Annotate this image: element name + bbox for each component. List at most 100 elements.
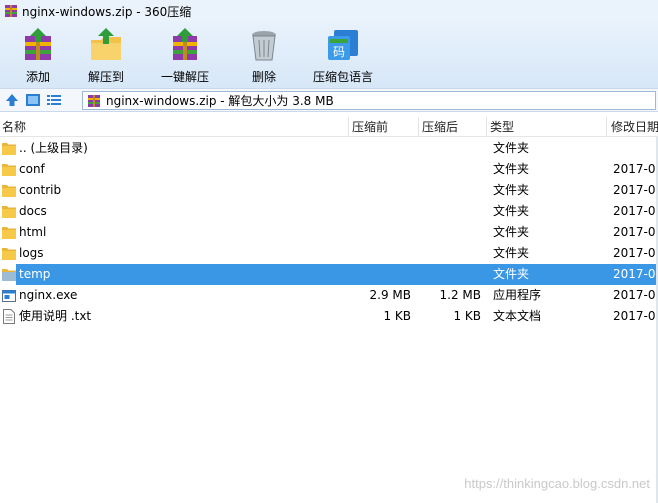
- file-size-before: 2.9 MB: [369, 288, 411, 302]
- address-bar: nginx-windows.zip - 解包大小为 3.8 MB: [0, 88, 658, 112]
- file-size-after: [419, 222, 481, 243]
- file-size-after: 1 KB: [453, 309, 481, 323]
- file-row[interactable]: conf 文件夹 2017-07: [0, 159, 658, 180]
- file-size-after: [419, 264, 481, 285]
- arrow-up-icon: [6, 94, 18, 106]
- file-type: 文件夹: [493, 141, 530, 155]
- file-row[interactable]: 使用说明 .txt 1 KB 1 KB 文本文档 2017-07: [0, 306, 658, 327]
- one-click-extract-button[interactable]: 一键解压: [140, 22, 230, 86]
- column-header-modified-date[interactable]: 修改日期: [607, 117, 658, 137]
- file-row[interactable]: html 文件夹 2017-07: [0, 222, 658, 243]
- view-thumbnail-button[interactable]: [24, 91, 42, 109]
- folder-icon: [2, 162, 16, 177]
- file-size-before: [349, 201, 411, 222]
- folder-icon: [2, 267, 16, 282]
- file-row[interactable]: docs 文件夹 2017-07: [0, 201, 658, 222]
- file-row[interactable]: .. (上级目录) 文件夹: [0, 138, 658, 159]
- file-size-before: [349, 264, 411, 285]
- file-name: 使用说明 .txt: [19, 309, 92, 323]
- archive-app-icon: [5, 5, 17, 17]
- up-level-button[interactable]: [3, 91, 21, 109]
- file-name: docs: [19, 204, 47, 218]
- file-size-after: [419, 159, 481, 180]
- file-row[interactable]: nginx.exe 2.9 MB 1.2 MB 应用程序 2017-07: [0, 285, 658, 306]
- column-headers: 名称 压缩前 压缩后 类型 修改日期: [0, 117, 658, 137]
- file-modified-date: 2017-07: [613, 288, 658, 302]
- file-modified-date: 2017-07: [613, 162, 658, 176]
- file-type: 文件夹: [493, 246, 530, 260]
- file-type: 应用程序: [493, 288, 542, 302]
- file-modified-date: [613, 138, 658, 159]
- file-row[interactable]: contrib 文件夹 2017-07: [0, 180, 658, 201]
- file-type: 文件夹: [493, 162, 530, 176]
- address-field[interactable]: nginx-windows.zip - 解包大小为 3.8 MB: [82, 91, 656, 110]
- file-name: temp: [19, 267, 51, 281]
- add-label: 添加: [25, 70, 50, 84]
- file-size-after: [419, 138, 481, 159]
- file-name: .. (上级目录): [19, 141, 88, 155]
- file-size-before: 1 KB: [383, 309, 411, 323]
- trash-can-icon: [252, 31, 276, 61]
- file-name: conf: [19, 162, 45, 176]
- file-modified-date: 2017-07: [613, 309, 658, 323]
- extract-to-button[interactable]: 解压到: [72, 22, 140, 86]
- folder-icon: [2, 183, 16, 198]
- folder-icon: [2, 204, 16, 219]
- file-row[interactable]: temp 文件夹 2017-07: [0, 264, 658, 285]
- file-size-before: [349, 222, 411, 243]
- extract-to-folder-icon: [91, 28, 121, 60]
- title-bar: nginx-windows.zip - 360压缩: [0, 0, 658, 22]
- view-list-button[interactable]: [45, 91, 63, 109]
- one-click-extract-label: 一键解压: [160, 70, 209, 84]
- archive-language-icon: 码: [328, 30, 358, 60]
- file-size-after: [419, 243, 481, 264]
- window-title: nginx-windows.zip - 360压缩: [22, 4, 192, 19]
- file-modified-date: 2017-07: [613, 225, 658, 239]
- file-size-before: [349, 180, 411, 201]
- file-name: html: [19, 225, 47, 239]
- column-header-size-after[interactable]: 压缩后: [419, 117, 487, 137]
- column-header-type[interactable]: 类型: [487, 117, 607, 137]
- folder-icon: [2, 225, 16, 240]
- file-size-before: [349, 138, 411, 159]
- add-archive-icon: [25, 28, 51, 60]
- column-header-size-before[interactable]: 压缩前: [349, 117, 419, 137]
- file-type: 文件夹: [493, 225, 530, 239]
- file-size-after: [419, 180, 481, 201]
- file-size-after: 1.2 MB: [439, 288, 481, 302]
- text-file-icon: [2, 309, 16, 324]
- delete-button[interactable]: 删除: [230, 22, 298, 86]
- file-name: logs: [19, 246, 44, 260]
- file-size-after: [419, 201, 481, 222]
- watermark-text: https://thinkingcao.blog.csdn.net: [464, 476, 650, 491]
- file-name: nginx.exe: [19, 288, 78, 302]
- file-type: 文件夹: [493, 183, 530, 197]
- folder-icon: [2, 141, 16, 156]
- file-modified-date: 2017-07: [613, 204, 658, 218]
- extract-to-label: 解压到: [87, 70, 124, 84]
- file-modified-date: 2017-07: [613, 246, 658, 260]
- file-modified-date: 2017-07: [613, 267, 658, 281]
- language-badge-text: 码: [333, 45, 345, 59]
- file-list: .. (上级目录) 文件夹 conf 文件夹 2017-07 contrib 文件夹 2017…: [0, 138, 658, 327]
- archive-language-label: 压缩包语言: [312, 70, 373, 84]
- delete-label: 删除: [251, 70, 276, 84]
- exe-icon: [2, 288, 16, 303]
- file-row[interactable]: logs 文件夹 2017-07: [0, 243, 658, 264]
- thumbnail-view-icon: [26, 94, 40, 106]
- file-name: contrib: [19, 183, 62, 197]
- file-size-before: [349, 159, 411, 180]
- file-size-before: [349, 243, 411, 264]
- file-type: 文件夹: [493, 204, 530, 218]
- toolbar: 添加 解压到 一键解压 删除 码 压缩包语言: [0, 22, 658, 88]
- file-modified-date: 2017-07: [613, 183, 658, 197]
- address-text: nginx-windows.zip - 解包大小为 3.8 MB: [106, 94, 334, 108]
- folder-icon: [2, 246, 16, 261]
- file-type: 文本文档: [493, 309, 542, 323]
- file-type: 文件夹: [493, 267, 530, 281]
- zip-file-icon: [88, 94, 100, 107]
- column-header-name[interactable]: 名称: [0, 117, 349, 137]
- add-button[interactable]: 添加: [4, 22, 72, 86]
- list-view-icon: [47, 95, 61, 105]
- archive-language-button[interactable]: 码 压缩包语言: [298, 22, 388, 86]
